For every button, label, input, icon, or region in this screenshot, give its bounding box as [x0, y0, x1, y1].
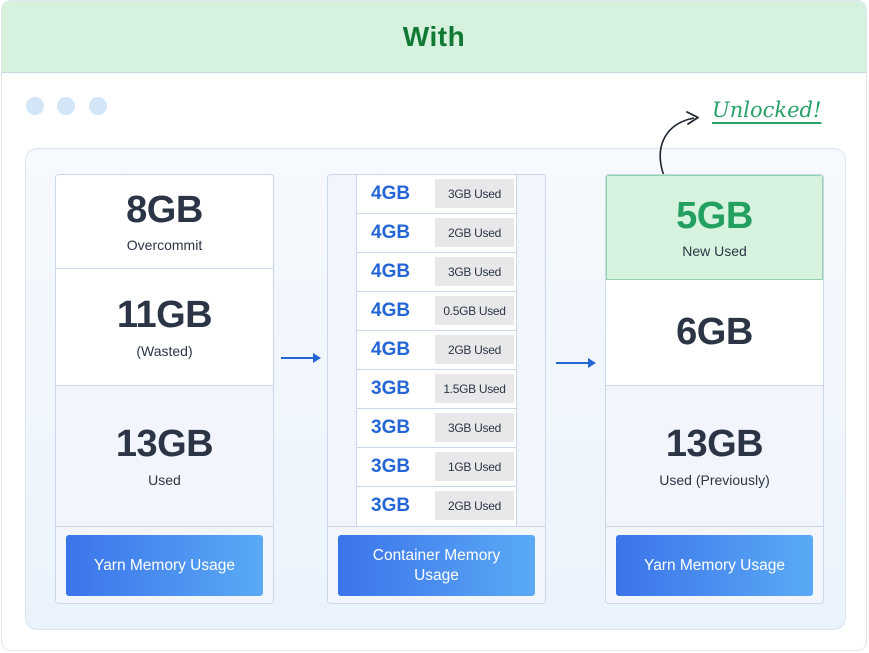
column-footer: Container Memory Usage	[328, 526, 545, 603]
container-size: 4GB	[371, 261, 411, 282]
container-row: 4GB 2GB Used	[357, 331, 516, 370]
yarn-memory-usage-label: Yarn Memory Usage	[66, 535, 263, 596]
container-memory-column: 4GB 3GB Used 4GB 2GB Used 4GB 3GB Used 4…	[327, 174, 546, 604]
container-used: 2GB Used	[435, 491, 514, 520]
container-size: 3GB	[371, 378, 411, 399]
block-caption: (Wasted)	[136, 342, 193, 359]
container-size: 4GB	[371, 339, 411, 360]
wasted-block: 11GB (Wasted)	[56, 269, 273, 386]
column-strip	[328, 175, 357, 526]
container-row: 3GB 3GB Used	[357, 409, 516, 448]
container-used: 2GB Used	[435, 335, 514, 364]
window-dot-icon	[57, 97, 75, 115]
container-used: 1.5GB Used	[435, 374, 514, 403]
header-title: With	[402, 20, 466, 52]
column-strip	[516, 175, 545, 526]
window-dot-icon	[89, 97, 107, 115]
container-size: 3GB	[371, 495, 411, 516]
arrow-right-icon	[556, 358, 596, 368]
curved-arrow-icon	[659, 111, 699, 177]
container-size: 4GB	[371, 300, 411, 321]
container-size: 3GB	[371, 417, 411, 438]
arrow-right-icon	[281, 353, 321, 363]
container-row: 3GB 1GB Used	[357, 448, 516, 487]
block-value: 13GB	[115, 423, 214, 466]
column-footer: Yarn Memory Usage	[56, 526, 273, 603]
container-row: 4GB 3GB Used	[357, 175, 516, 214]
block-value: 13GB	[665, 423, 764, 466]
container-used: 1GB Used	[435, 452, 514, 481]
window-dot-icon	[26, 97, 44, 115]
unlocked-label: Unlocked!	[712, 98, 822, 122]
container-row: 3GB 2GB Used	[357, 487, 516, 526]
overcommit-block: 8GB Overcommit	[56, 175, 273, 269]
container-size: 4GB	[371, 222, 411, 243]
container-row: 4GB 0.5GB Used	[357, 292, 516, 331]
block-value: 8GB	[126, 188, 203, 231]
remaining-block: 6GB	[606, 280, 823, 386]
yarn-memory-column-before: 8GB Overcommit 11GB (Wasted) 13GB Used Y…	[55, 174, 274, 604]
container-size: 3GB	[371, 456, 411, 477]
block-value: 5GB	[676, 194, 753, 237]
container-used: 2GB Used	[435, 218, 514, 247]
block-value: 6GB	[676, 310, 753, 353]
previously-used-block: 13GB Used (Previously)	[606, 386, 823, 526]
container-row: 3GB 1.5GB Used	[357, 370, 516, 409]
block-value: 11GB	[116, 294, 213, 337]
container-size: 4GB	[371, 183, 411, 204]
container-used: 3GB Used	[435, 257, 514, 286]
block-caption: Used	[148, 471, 181, 488]
block-caption: New Used	[682, 243, 747, 260]
container-row: 4GB 3GB Used	[357, 253, 516, 292]
new-used-block: 5GB New Used	[606, 175, 823, 280]
container-used: 0.5GB Used	[435, 296, 514, 325]
column-footer: Yarn Memory Usage	[606, 526, 823, 603]
yarn-memory-usage-label: Yarn Memory Usage	[616, 535, 813, 596]
used-block: 13GB Used	[56, 386, 273, 526]
container-used: 3GB Used	[435, 179, 514, 208]
container-row: 4GB 2GB Used	[357, 214, 516, 253]
block-caption: Overcommit	[126, 237, 203, 254]
yarn-memory-column-after: 5GB New Used 6GB 13GB Used (Previously) …	[605, 174, 824, 604]
container-memory-usage-label: Container Memory Usage	[338, 535, 535, 596]
header-bar: With	[2, 1, 866, 73]
container-used: 3GB Used	[435, 413, 514, 442]
block-caption: Used (Previously)	[659, 471, 770, 488]
